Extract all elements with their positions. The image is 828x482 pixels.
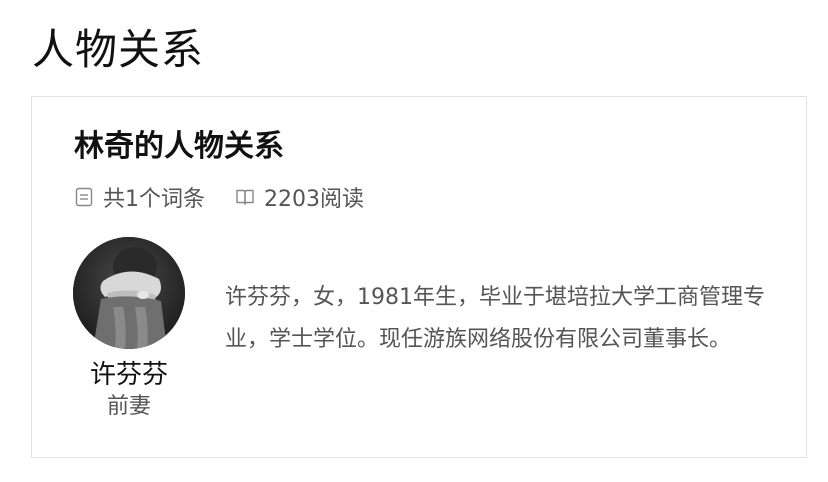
read-count: 2203阅读 (235, 181, 364, 213)
read-count-text: 2203阅读 (264, 187, 364, 212)
person-description: 许芬芬，女，1981年生，毕业于堪培拉大学工商管理专业，学士学位。现任游族网络股… (225, 285, 765, 352)
person-name[interactable]: 许芬芬 (72, 359, 186, 391)
person-relation: 前妻 (106, 394, 151, 419)
card-meta: 共1个词条 2203阅读 (74, 181, 364, 213)
relationship-card: 林奇的人物关系 共1个词条 2203阅读 许芬芬 前妻 许芬芬，女，1981年生… (31, 96, 807, 458)
card-title[interactable]: 林奇的人物关系 (74, 127, 284, 167)
person-item[interactable]: 许芬芬 前妻 (72, 237, 186, 421)
entries-count: 共1个词条 (74, 181, 205, 213)
entries-count-text: 共1个词条 (103, 187, 205, 212)
section-title: 人物关系 (32, 25, 205, 74)
book-icon (235, 187, 255, 207)
document-icon (74, 187, 94, 207)
avatar[interactable] (73, 237, 185, 349)
